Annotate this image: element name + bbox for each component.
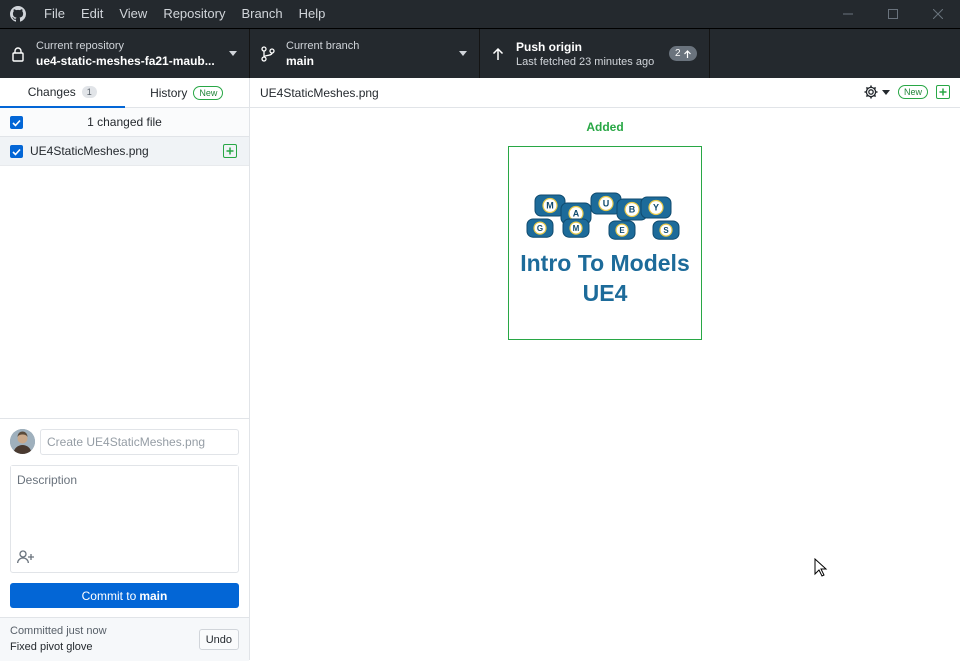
changed-files-count: 1 changed file — [87, 115, 162, 129]
die-letter: M — [546, 201, 554, 211]
diff-tools: New — [863, 84, 950, 100]
chevron-down-icon — [881, 89, 890, 95]
file-added-icon — [936, 85, 950, 99]
menu-branch[interactable]: Branch — [233, 0, 290, 28]
tab-changes-label: Changes — [27, 85, 76, 99]
avatar — [10, 429, 35, 454]
last-commit-panel: Committed just now Fixed pivot glove Und… — [0, 617, 249, 661]
push-title: Push origin — [516, 40, 582, 54]
close-button[interactable] — [915, 0, 960, 28]
image-preview-canvas: MAUB YG M E S Intro To Models UE4 — [520, 192, 690, 306]
menu-view[interactable]: View — [111, 0, 155, 28]
lock-icon — [0, 46, 36, 62]
last-commit-message: Fixed pivot glove — [10, 641, 93, 653]
maximize-icon — [887, 9, 898, 19]
die-6: G — [526, 218, 554, 238]
die-letter: A — [573, 209, 580, 219]
commit-button-branch: main — [139, 588, 168, 603]
die-letter: U — [603, 199, 610, 209]
current-branch-button[interactable]: Current branch main — [250, 29, 480, 79]
commit-description-input[interactable] — [11, 466, 238, 546]
ahead-count: 2 — [675, 48, 681, 59]
last-commit-time: Committed just now — [10, 625, 107, 637]
new-badge: New — [193, 86, 224, 100]
branch-label: Current branch — [286, 40, 360, 52]
title-bar: File Edit View Repository Branch Help — [0, 0, 960, 28]
dice-logo: MAUB YG M E S — [526, 192, 680, 240]
commit-button-prefix: Commit to — [81, 588, 137, 603]
menu-file[interactable]: File — [36, 0, 73, 28]
check-icon — [12, 119, 21, 127]
die-letter: Y — [653, 203, 659, 213]
diff-file-name: UE4StaticMeshes.png — [260, 85, 379, 100]
add-coauthor-icon[interactable] — [16, 547, 36, 567]
file-name: UE4StaticMeshes.png — [30, 144, 149, 158]
minimize-button[interactable] — [825, 0, 870, 28]
die-8: E — [608, 220, 636, 240]
added-label: Added — [586, 120, 624, 134]
gear-icon — [864, 85, 878, 99]
die-9: S — [652, 220, 680, 240]
diff-view: UE4StaticMeshes.png New Added MAUBYGMES … — [250, 78, 960, 660]
ahead-count-badge: 2 — [669, 46, 697, 61]
undo-button[interactable]: Undo — [198, 629, 239, 650]
tab-bar: Changes 1 History New — [0, 78, 249, 108]
diff-options-button[interactable] — [863, 84, 890, 100]
commit-button[interactable]: Commit to main — [10, 583, 239, 608]
file-added-icon — [223, 144, 237, 158]
branch-icon — [250, 46, 286, 62]
sidebar: Changes 1 History New 1 changed file UE4… — [0, 78, 250, 661]
select-all-checkbox[interactable] — [10, 116, 23, 129]
die-letter: E — [619, 226, 625, 235]
minimize-icon — [842, 13, 853, 15]
github-logo-icon — [0, 0, 36, 28]
file-checkbox[interactable] — [10, 145, 23, 158]
die-letter: S — [663, 226, 669, 235]
last-fetched: Last fetched 23 minutes ago — [516, 56, 655, 68]
chevron-down-icon — [229, 51, 237, 56]
diff-header: UE4StaticMeshes.png New — [250, 78, 960, 108]
die-letter: M — [573, 224, 580, 233]
menu-edit[interactable]: Edit — [73, 0, 111, 28]
commit-panel: Commit to main Committed just now Fixed … — [0, 418, 249, 661]
arrow-up-icon — [480, 47, 516, 61]
repository-label: Current repository — [36, 40, 125, 52]
chevron-down-icon — [459, 51, 467, 56]
mouse-cursor-icon — [814, 558, 828, 577]
commit-summary-input[interactable] — [40, 429, 239, 455]
tab-changes[interactable]: Changes 1 — [0, 78, 125, 108]
list-item[interactable]: UE4StaticMeshes.png — [0, 137, 249, 166]
image-title-line-1: Intro To Models — [520, 250, 690, 276]
die-7: M — [562, 218, 590, 238]
toolbar: Current repository ue4-static-meshes-fa2… — [0, 28, 960, 79]
new-badge: New — [897, 85, 928, 99]
image-title-line-2: UE4 — [583, 280, 628, 306]
commit-description-box — [10, 465, 239, 573]
repository-name: ue4-static-meshes-fa21-maub... — [36, 54, 215, 68]
image-preview: MAUBYGMES Intro To Models UE4 — [508, 146, 702, 340]
branch-name: main — [286, 54, 315, 68]
menu-help[interactable]: Help — [291, 0, 334, 28]
window-controls — [825, 0, 960, 28]
push-origin-button[interactable]: Push origin Last fetched 23 minutes ago … — [480, 29, 710, 79]
maximize-button[interactable] — [870, 0, 915, 28]
menu-bar: File Edit View Repository Branch Help — [36, 0, 333, 28]
menu-repository[interactable]: Repository — [155, 0, 233, 28]
die-letter: G — [537, 224, 543, 233]
changes-count-badge: 1 — [81, 86, 97, 98]
changed-files-header: 1 changed file — [0, 108, 249, 137]
tab-history[interactable]: History New — [125, 78, 250, 108]
die-letter: B — [629, 205, 636, 215]
check-icon — [12, 148, 21, 156]
arrow-up-icon — [683, 49, 691, 58]
current-repository-button[interactable]: Current repository ue4-static-meshes-fa2… — [0, 29, 250, 79]
close-icon — [932, 9, 943, 19]
tab-history-label: History — [150, 86, 188, 100]
die-5: Y — [640, 196, 672, 219]
